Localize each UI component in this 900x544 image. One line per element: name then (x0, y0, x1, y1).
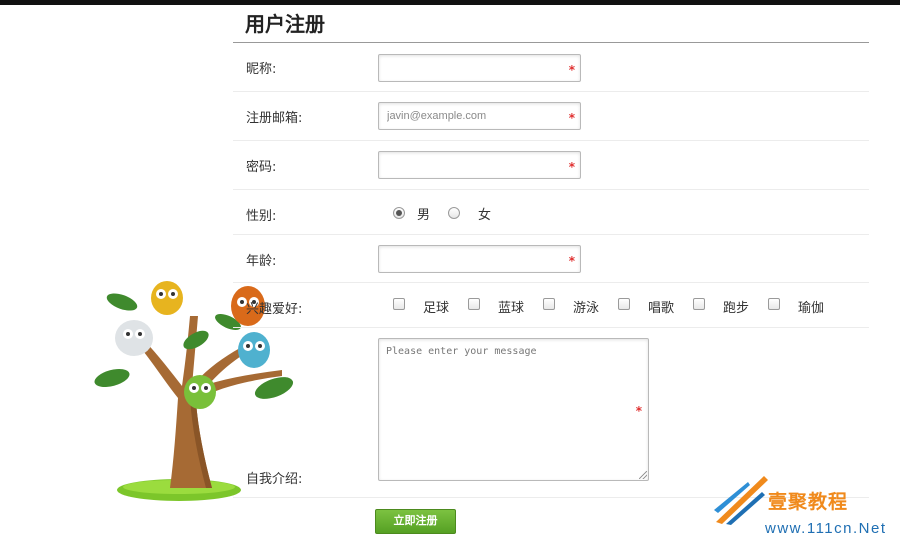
gender-option-male-label: 男 (417, 207, 431, 223)
leaf-1 (106, 293, 138, 311)
top-bar (0, 0, 900, 5)
email-field-wrapper: * (378, 102, 581, 130)
password-input[interactable] (379, 152, 580, 178)
intro-label: 自我介绍: (246, 472, 303, 487)
required-mark: * (568, 63, 575, 77)
watermark-text: 壹聚教程 (768, 491, 849, 513)
required-mark: * (568, 111, 575, 125)
hobby-checkbox-singing[interactable] (618, 298, 630, 310)
row-divider (233, 327, 869, 328)
email-input[interactable] (379, 103, 580, 129)
required-mark: * (568, 254, 575, 268)
owl-blue (238, 332, 270, 368)
row-divider (233, 91, 869, 92)
row-divider (233, 140, 869, 141)
hobby-label-running: 跑步 (723, 301, 750, 316)
row-divider (233, 189, 869, 190)
gender-label: 性别: (246, 209, 277, 224)
hobby-checkbox-basketball[interactable] (468, 298, 480, 310)
nickname-label: 昵称: (246, 62, 277, 77)
hobby-checkbox-running[interactable] (693, 298, 705, 310)
register-submit-button[interactable]: 立即注册 (375, 509, 456, 534)
row-divider (233, 282, 869, 283)
age-input[interactable] (379, 246, 580, 272)
gender-radio-group: 男 女 (393, 204, 492, 223)
leaf-2 (94, 368, 130, 388)
title-divider (233, 42, 869, 43)
hobbies-label: 兴趣爱好: (246, 302, 303, 317)
password-label: 密码: (246, 160, 277, 175)
watermark-logo-icon (714, 476, 768, 525)
intro-textarea-wrapper: * (378, 338, 649, 481)
required-mark: * (635, 404, 642, 418)
age-label: 年龄: (246, 254, 277, 269)
owl-green (184, 375, 216, 409)
gender-radio-female[interactable] (448, 207, 461, 219)
email-label: 注册邮箱: (246, 111, 303, 126)
watermark-domain: www.111cn.Net (765, 520, 887, 537)
hobby-label-football: 足球 (423, 301, 450, 316)
row-divider (233, 234, 869, 235)
hobby-checkbox-swimming[interactable] (543, 298, 555, 310)
intro-textarea[interactable] (379, 339, 648, 480)
required-mark: * (568, 160, 575, 174)
page-title: 用户注册 (245, 12, 325, 36)
nickname-field-wrapper: * (378, 54, 581, 82)
password-field-wrapper: * (378, 151, 581, 179)
hobby-checkbox-yoga[interactable] (768, 298, 780, 310)
owl-white (115, 320, 153, 356)
nickname-input[interactable] (379, 55, 580, 81)
hobby-checkbox-football[interactable] (393, 298, 405, 310)
hobby-label-swimming: 游泳 (573, 301, 600, 316)
hobby-label-singing: 唱歌 (648, 301, 675, 316)
resize-grip-icon[interactable] (639, 471, 647, 479)
gender-radio-male[interactable] (393, 207, 405, 219)
owl-yellow (151, 281, 183, 315)
age-field-wrapper: * (378, 245, 581, 273)
hobby-label-yoga: 瑜伽 (798, 301, 825, 316)
gender-option-female-label: 女 (478, 207, 492, 223)
hobby-label-basketball: 蓝球 (498, 301, 525, 316)
